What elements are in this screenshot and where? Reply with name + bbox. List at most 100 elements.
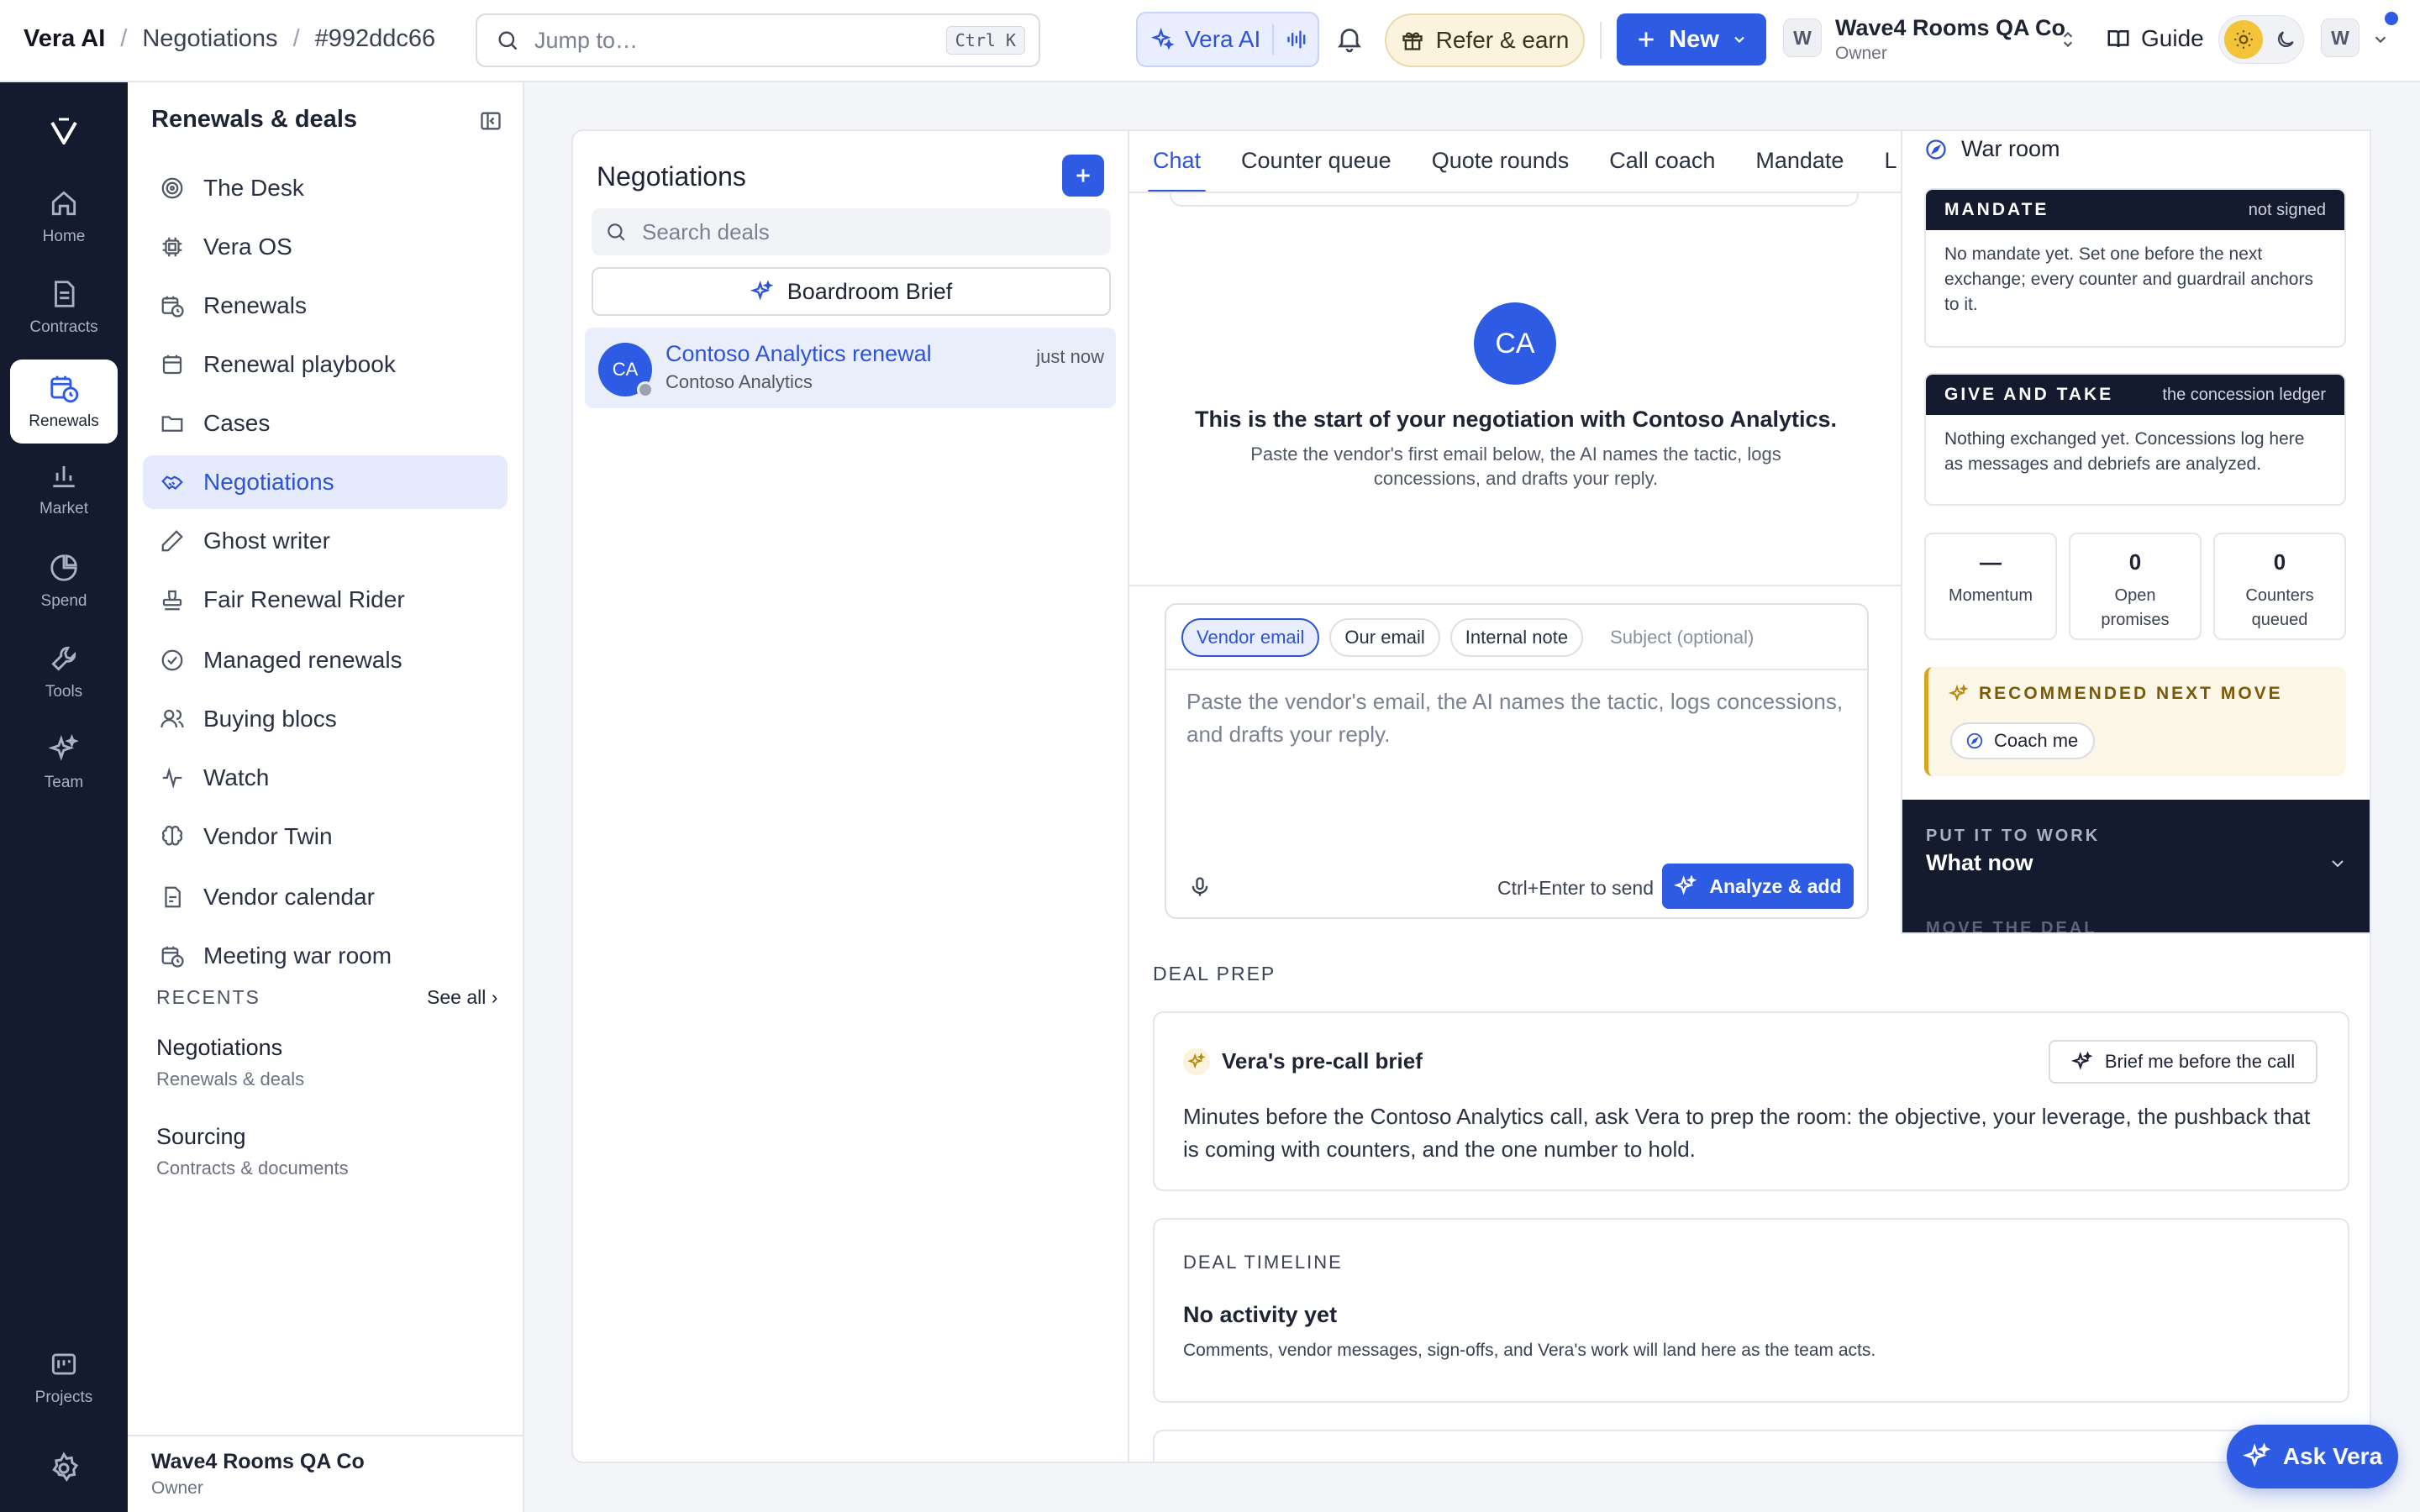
- recent-item-title[interactable]: Sourcing: [156, 1124, 246, 1150]
- rail-item-market[interactable]: Market: [10, 447, 118, 531]
- recommended-header: RECOMMENDED NEXT MOVE: [1949, 684, 2283, 704]
- rail-item-home[interactable]: Home: [10, 175, 118, 259]
- sun-icon[interactable]: [2224, 20, 2263, 59]
- boardroom-brief-button[interactable]: Boardroom Brief: [592, 267, 1111, 316]
- brief-me-button[interactable]: Brief me before the call: [2049, 1040, 2317, 1084]
- sidebar-item-negotiations[interactable]: Negotiations: [143, 455, 508, 509]
- rail-item-renewals[interactable]: Renewals: [10, 360, 118, 444]
- composer-mode-tabs: Vendor email Our email Internal note Sub…: [1181, 618, 1754, 657]
- stat-label: Momentum: [1948, 586, 2033, 605]
- mandate-text: No mandate yet. Set one before the next …: [1944, 244, 2313, 314]
- message-body-input[interactable]: Paste the vendor's email, the AI names t…: [1186, 685, 1850, 751]
- tab-counter-queue[interactable]: Counter queue: [1241, 131, 1392, 192]
- workspace-name[interactable]: Wave4 Rooms QA Co: [1835, 15, 2065, 41]
- mandate-card[interactable]: MANDATE not signed No mandate yet. Set o…: [1924, 188, 2346, 348]
- shortcut-hint: Ctrl K: [945, 26, 1025, 55]
- sidebar-item-cases[interactable]: Cases: [143, 396, 508, 450]
- war-room-header: War room: [1924, 136, 2060, 162]
- add-negotiation-button[interactable]: [1062, 155, 1104, 197]
- workspace-role: Owner: [1835, 44, 1887, 63]
- sidebar-item-watch[interactable]: Watch: [143, 751, 508, 805]
- moon-icon[interactable]: [2275, 29, 2296, 50]
- rail-item-projects[interactable]: Projects: [10, 1336, 118, 1420]
- timeline-empty-title: No activity yet: [1183, 1302, 1338, 1327]
- chat-tabs: Chat Counter queue Quote rounds Call coa…: [1129, 131, 1901, 193]
- mode-vendor-email[interactable]: Vendor email: [1181, 618, 1320, 657]
- see-all-link[interactable]: See all ›: [427, 986, 497, 1009]
- breadcrumb-home[interactable]: Vera AI: [24, 25, 105, 53]
- jump-to-search[interactable]: Jump to… Ctrl K: [476, 13, 1040, 67]
- collapse-sidebar-icon[interactable]: [479, 109, 502, 133]
- coach-me-button[interactable]: Coach me: [1950, 722, 2096, 759]
- user-avatar[interactable]: W: [2321, 18, 2360, 57]
- plus-icon: [1072, 165, 1094, 186]
- chevron-down-icon[interactable]: [2371, 30, 2390, 49]
- vera-logo-icon[interactable]: [47, 114, 81, 148]
- pre-call-brief-text: Minutes before the Contoso Analytics cal…: [1183, 1104, 2311, 1162]
- boardroom-brief-label: Boardroom Brief: [786, 278, 953, 304]
- sidebar-item-label: Fair Renewal Rider: [203, 586, 405, 612]
- tab-quote-rounds[interactable]: Quote rounds: [1432, 131, 1570, 192]
- sidebar-item-meeting-war-room[interactable]: Meeting war room: [143, 929, 508, 983]
- conversation-start-subtitle: Paste the vendor's first email below, th…: [1250, 444, 1781, 489]
- sidebar-item-label: Renewal playbook: [203, 351, 396, 377]
- tab-mandate[interactable]: Mandate: [1755, 131, 1844, 192]
- theme-toggle[interactable]: [2218, 15, 2304, 64]
- settings-gear-icon[interactable]: [47, 1452, 81, 1485]
- voice-wave-icon[interactable]: [1286, 28, 1309, 51]
- microphone-icon[interactable]: [1188, 875, 1212, 899]
- give-and-take-card[interactable]: GIVE AND TAKE the concession ledger Noth…: [1924, 373, 2346, 506]
- bell-icon[interactable]: [1334, 24, 1365, 54]
- put-it-to-work-section[interactable]: PUT IT TO WORK What now MOVE THE DEAL: [1902, 800, 2370, 932]
- sidebar-item-the-desk[interactable]: The Desk: [143, 161, 508, 215]
- recent-item-title[interactable]: Negotiations: [156, 1035, 282, 1061]
- document-icon: [48, 278, 80, 310]
- sidebar-item-vendor-twin[interactable]: Vendor Twin: [143, 810, 508, 864]
- deal-list-item[interactable]: CA Contoso Analytics renewal Contoso Ana…: [585, 328, 1116, 408]
- breadcrumb-negotiations[interactable]: Negotiations: [142, 25, 277, 53]
- mode-our-email[interactable]: Our email: [1329, 618, 1440, 657]
- workspace-avatar[interactable]: W: [1783, 18, 1822, 57]
- sidebar-item-renewal-playbook[interactable]: Renewal playbook: [143, 338, 508, 391]
- rail-item-team[interactable]: Team: [10, 721, 118, 805]
- rail-item-spend[interactable]: Spend: [10, 539, 118, 623]
- sidebar-item-renewals[interactable]: Renewals: [143, 279, 508, 333]
- ask-vera-button[interactable]: Ask Vera: [2227, 1425, 2398, 1488]
- pie-chart-icon: [48, 552, 80, 584]
- sidebar-item-vendor-calendar[interactable]: Vendor calendar: [143, 870, 508, 924]
- put-it-to-work-eyebrow: PUT IT TO WORK: [1926, 827, 2101, 845]
- breadcrumb-separator: /: [292, 25, 300, 52]
- sidebar-item-vera-os[interactable]: Vera OS: [143, 220, 508, 274]
- search-deals-input[interactable]: Search deals: [592, 208, 1111, 255]
- vera-ai-button[interactable]: Vera AI: [1136, 12, 1319, 67]
- sidebar-item-buying-blocs[interactable]: Buying blocs: [143, 692, 508, 746]
- analyze-and-add-button[interactable]: Analyze & add: [1662, 864, 1854, 909]
- workspace-footer[interactable]: Wave4 Rooms QA Co Owner: [128, 1435, 523, 1512]
- analyze-label: Analyze & add: [1709, 874, 1842, 897]
- pulse-icon: [160, 765, 185, 790]
- sidebar-item-ghost-writer[interactable]: Ghost writer: [143, 514, 508, 568]
- rail-label: Spend: [40, 592, 87, 610]
- stamp-icon: [160, 587, 185, 612]
- message-composer: Vendor email Our email Internal note Sub…: [1165, 603, 1869, 919]
- refer-and-earn-button[interactable]: Refer & earn: [1385, 13, 1585, 67]
- new-button[interactable]: New: [1617, 13, 1766, 66]
- sidebar-item-fair-renewal-rider[interactable]: Fair Renewal Rider: [143, 573, 508, 627]
- rail-item-contracts[interactable]: Contracts: [10, 265, 118, 349]
- mandate-label: MANDATE: [1944, 200, 2049, 219]
- users-icon: [160, 706, 185, 732]
- tab-overflow[interactable]: L: [1884, 131, 1897, 192]
- guide-button[interactable]: Guide: [2106, 25, 2204, 52]
- subject-input[interactable]: Subject (optional): [1610, 627, 1754, 648]
- divider: [1129, 585, 1901, 586]
- deal-name: Contoso Analytics renewal: [666, 341, 932, 366]
- rail-item-tools[interactable]: Tools: [10, 630, 118, 714]
- sidebar-item-managed-renewals[interactable]: Managed renewals: [143, 633, 508, 687]
- rail-label: Projects: [34, 1389, 93, 1406]
- tab-chat[interactable]: Chat: [1147, 131, 1207, 192]
- mode-internal-note[interactable]: Internal note: [1449, 618, 1584, 657]
- tab-call-coach[interactable]: Call coach: [1609, 131, 1715, 192]
- chevron-down-icon[interactable]: [2328, 853, 2348, 874]
- chevrons-up-down-icon[interactable]: [2057, 29, 2079, 50]
- next-card-peek: [1153, 1430, 2349, 1462]
